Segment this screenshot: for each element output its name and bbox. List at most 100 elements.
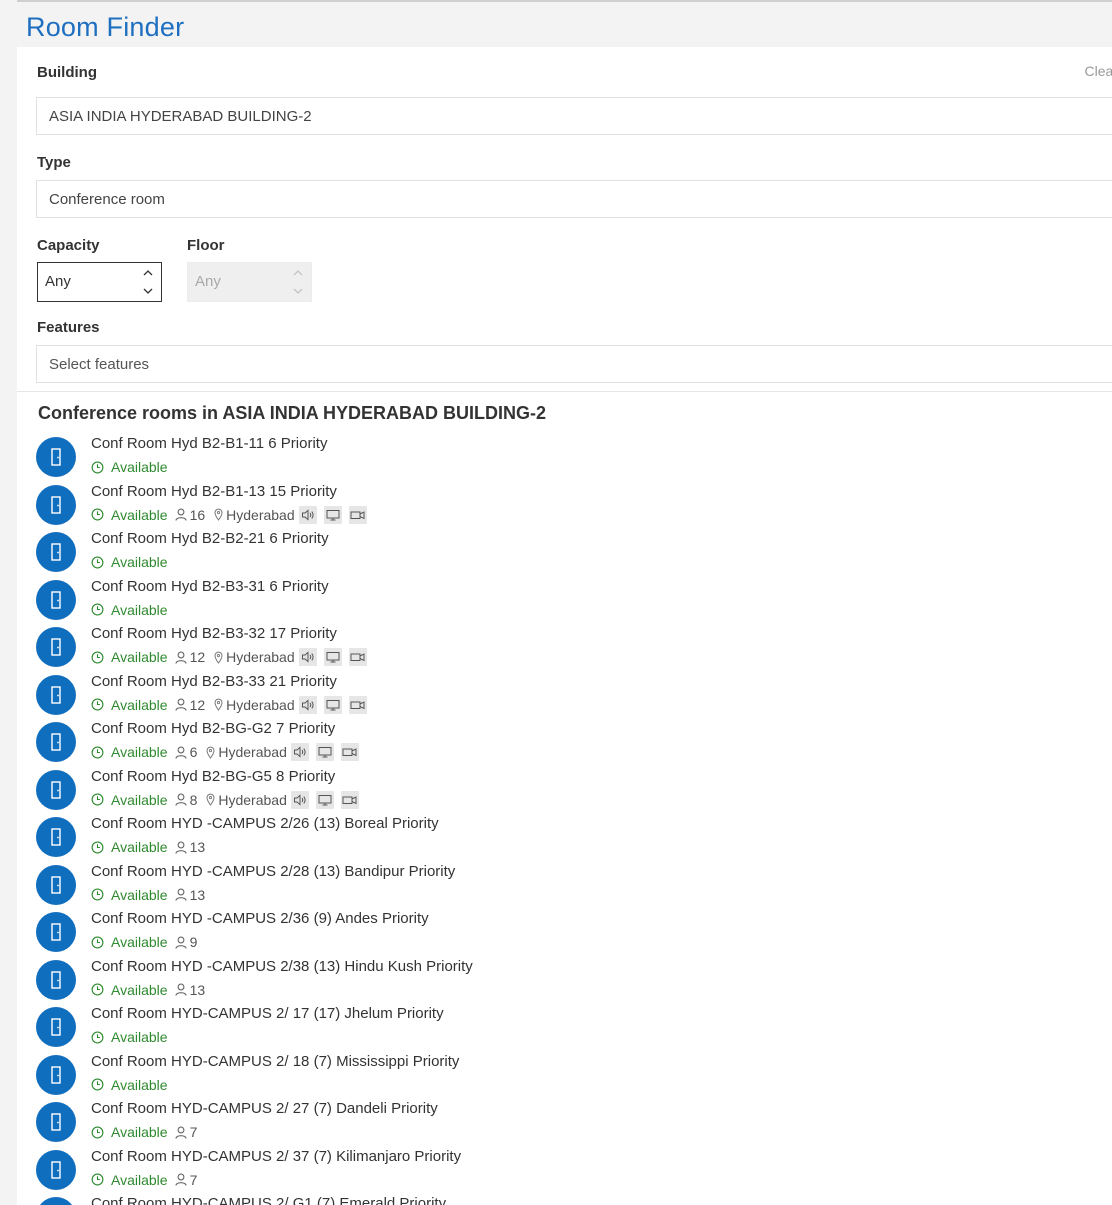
room-list-item[interactable]: Conf Room Hyd B2-BG-G2 7 Priority Availab… [17,719,1112,767]
room-avatar [36,722,76,762]
room-name[interactable]: Conf Room HYD-CAMPUS 2/ 17 (17) Jhelum P… [91,1005,444,1022]
room-list-item[interactable]: Conf Room Hyd B2-B1-13 15 Priority Availa… [17,482,1112,530]
room-name[interactable]: Conf Room HYD -CAMPUS 2/38 (13) Hindu Ku… [91,958,473,975]
room-list-item[interactable]: Conf Room HYD -CAMPUS 2/28 (13) Bandipur… [17,862,1112,910]
room-details: Available [91,1076,168,1094]
status-text: Available [111,1124,168,1140]
room-list-item[interactable]: Conf Room HYD-CAMPUS 2/ 37 (7) Kilimanja… [17,1147,1112,1195]
speaker-icon [301,508,314,521]
clear-link[interactable]: Clear [1085,63,1112,79]
monitor-icon [318,794,332,805]
capacity-info: 7 [175,1172,197,1188]
room-list-item[interactable]: Conf Room Hyd B2-B3-31 6 Priority Availab… [17,577,1112,625]
status-text: Available [111,1029,168,1045]
door-icon [51,543,61,561]
video-camera-icon [350,510,365,519]
room-list-item[interactable]: Conf Room HYD-CAMPUS 2/ 17 (17) Jhelum P… [17,1004,1112,1052]
room-list-item[interactable]: Conf Room Hyd B2-B2-21 6 Priority Availab… [17,529,1112,577]
room-name[interactable]: Conf Room HYD-CAMPUS 2/ 27 (7) Dandeli P… [91,1100,438,1117]
building-label: Building [37,64,97,81]
status-availability: Available [91,697,168,713]
floor-stepper[interactable]: Any [187,262,312,302]
room-details: Available 13 [91,886,205,904]
room-name[interactable]: Conf Room HYD-CAMPUS 2/ G1 (7) Emerald P… [91,1195,446,1205]
capacity-count: 13 [189,981,206,998]
room-details: Available 16 Hyderabad [91,505,367,524]
room-list-item[interactable]: Conf Room Hyd B2-BG-G5 8 Priority Availab… [17,767,1112,815]
chevron-up-icon[interactable] [141,265,155,281]
status-text: Available [111,744,168,760]
room-list-item[interactable]: Conf Room Hyd B2-B3-33 21 Priority Availa… [17,672,1112,720]
chevron-down-icon[interactable] [141,283,155,299]
room-name[interactable]: Conf Room Hyd B2-B2-21 6 Priority [91,530,329,547]
status-availability: Available [91,887,168,903]
features-field[interactable]: Select features [36,345,1112,383]
room-list-item[interactable]: Conf Room Hyd B2-B3-32 17 Priority Availa… [17,624,1112,672]
room-name[interactable]: Conf Room HYD -CAMPUS 2/28 (13) Bandipur… [91,863,455,880]
capacity-count: 6 [189,744,198,760]
room-list-item[interactable]: Conf Room HYD-CAMPUS 2/ 27 (7) Dandeli P… [17,1099,1112,1147]
room-name[interactable]: Conf Room Hyd B2-B3-33 21 Priority [91,673,337,690]
feature-badge [323,505,342,524]
room-name[interactable]: Conf Room HYD-CAMPUS 2/ 37 (7) Kilimanja… [91,1148,461,1165]
room-name[interactable]: Conf Room HYD -CAMPUS 2/26 (13) Boreal P… [91,815,439,832]
room-list-item[interactable]: Conf Room HYD-CAMPUS 2/ G1 (7) Emerald P… [17,1194,1112,1205]
room-list-item[interactable]: Conf Room Hyd B2-B1-11 6 Priority Availab… [17,434,1112,482]
clock-icon [91,1031,104,1043]
room-name[interactable]: Conf Room Hyd B2-BG-G5 8 Priority [91,768,335,785]
room-name[interactable]: Conf Room Hyd B2-B3-32 17 Priority [91,625,337,642]
room-avatar [36,579,76,620]
building-field[interactable]: ASIA INDIA HYDERABAD BUILDING-2 [36,97,1112,135]
capacity-info: 13 [175,839,205,855]
status-availability: Available [91,839,168,855]
clock-icon [91,888,104,901]
room-name[interactable]: Conf Room HYD-CAMPUS 2/ 18 (7) Mississip… [91,1053,459,1070]
capacity-count: 16 [189,506,206,523]
capacity-info: 12 [175,649,205,665]
status-text: Available [111,934,168,950]
room-name[interactable]: Conf Room Hyd B2-B3-31 6 Priority [91,578,329,595]
clock-icon [91,936,104,948]
speaker-icon [301,651,314,663]
location-info: Hyderabad [214,697,295,713]
clock-icon [91,698,104,711]
chevron-down-icon [293,288,303,294]
results-heading: Conference rooms in ASIA INDIA HYDERABAD… [38,403,547,423]
room-name[interactable]: Conf Room Hyd B2-BG-G2 7 Priority [91,720,335,737]
status-availability: Available [91,982,168,998]
room-name[interactable]: Conf Room Hyd B2-B1-11 6 Priority [91,435,327,452]
feature-badge [340,743,359,761]
room-list-item[interactable]: Conf Room HYD -CAMPUS 2/38 (13) Hindu Ku… [17,957,1112,1005]
top-border [0,0,1112,2]
map-pin-icon [214,508,223,521]
location-text: Hyderabad [218,791,287,808]
room-name[interactable]: Conf Room Hyd B2-B1-13 15 Priority [91,483,337,500]
person-icon [175,936,187,949]
status-availability: Available [91,554,168,570]
features-label: Features [37,319,100,336]
type-field[interactable]: Conference room [36,180,1112,218]
feature-badge [298,505,317,524]
room-list-item[interactable]: Conf Room HYD -CAMPUS 2/26 (13) Boreal P… [17,814,1112,862]
monitor-icon [318,747,332,758]
status-text: Available [111,506,168,523]
room-avatar [36,532,76,572]
feature-badge [290,743,309,761]
status-availability: Available [91,1077,168,1093]
capacity-stepper[interactable]: Any [37,262,162,302]
person-icon [175,746,187,759]
feature-badge [315,790,334,809]
capacity-info: 7 [175,1124,197,1140]
room-list-item[interactable]: Conf Room HYD-CAMPUS 2/ 18 (7) Mississip… [17,1052,1112,1100]
speaker-icon [293,793,306,806]
room-name[interactable]: Conf Room HYD -CAMPUS 2/36 (9) Andes Pri… [91,910,429,927]
video-camera-icon [342,795,357,804]
clock-icon [91,556,104,568]
feature-badge [298,695,317,714]
room-avatar [36,817,76,857]
room-list-item[interactable]: Conf Room HYD -CAMPUS 2/36 (9) Andes Pri… [17,909,1112,957]
person-icon [175,841,187,854]
room-details: Available 13 [91,838,205,856]
room-avatar [36,1102,76,1142]
status-text: Available [111,1171,168,1188]
